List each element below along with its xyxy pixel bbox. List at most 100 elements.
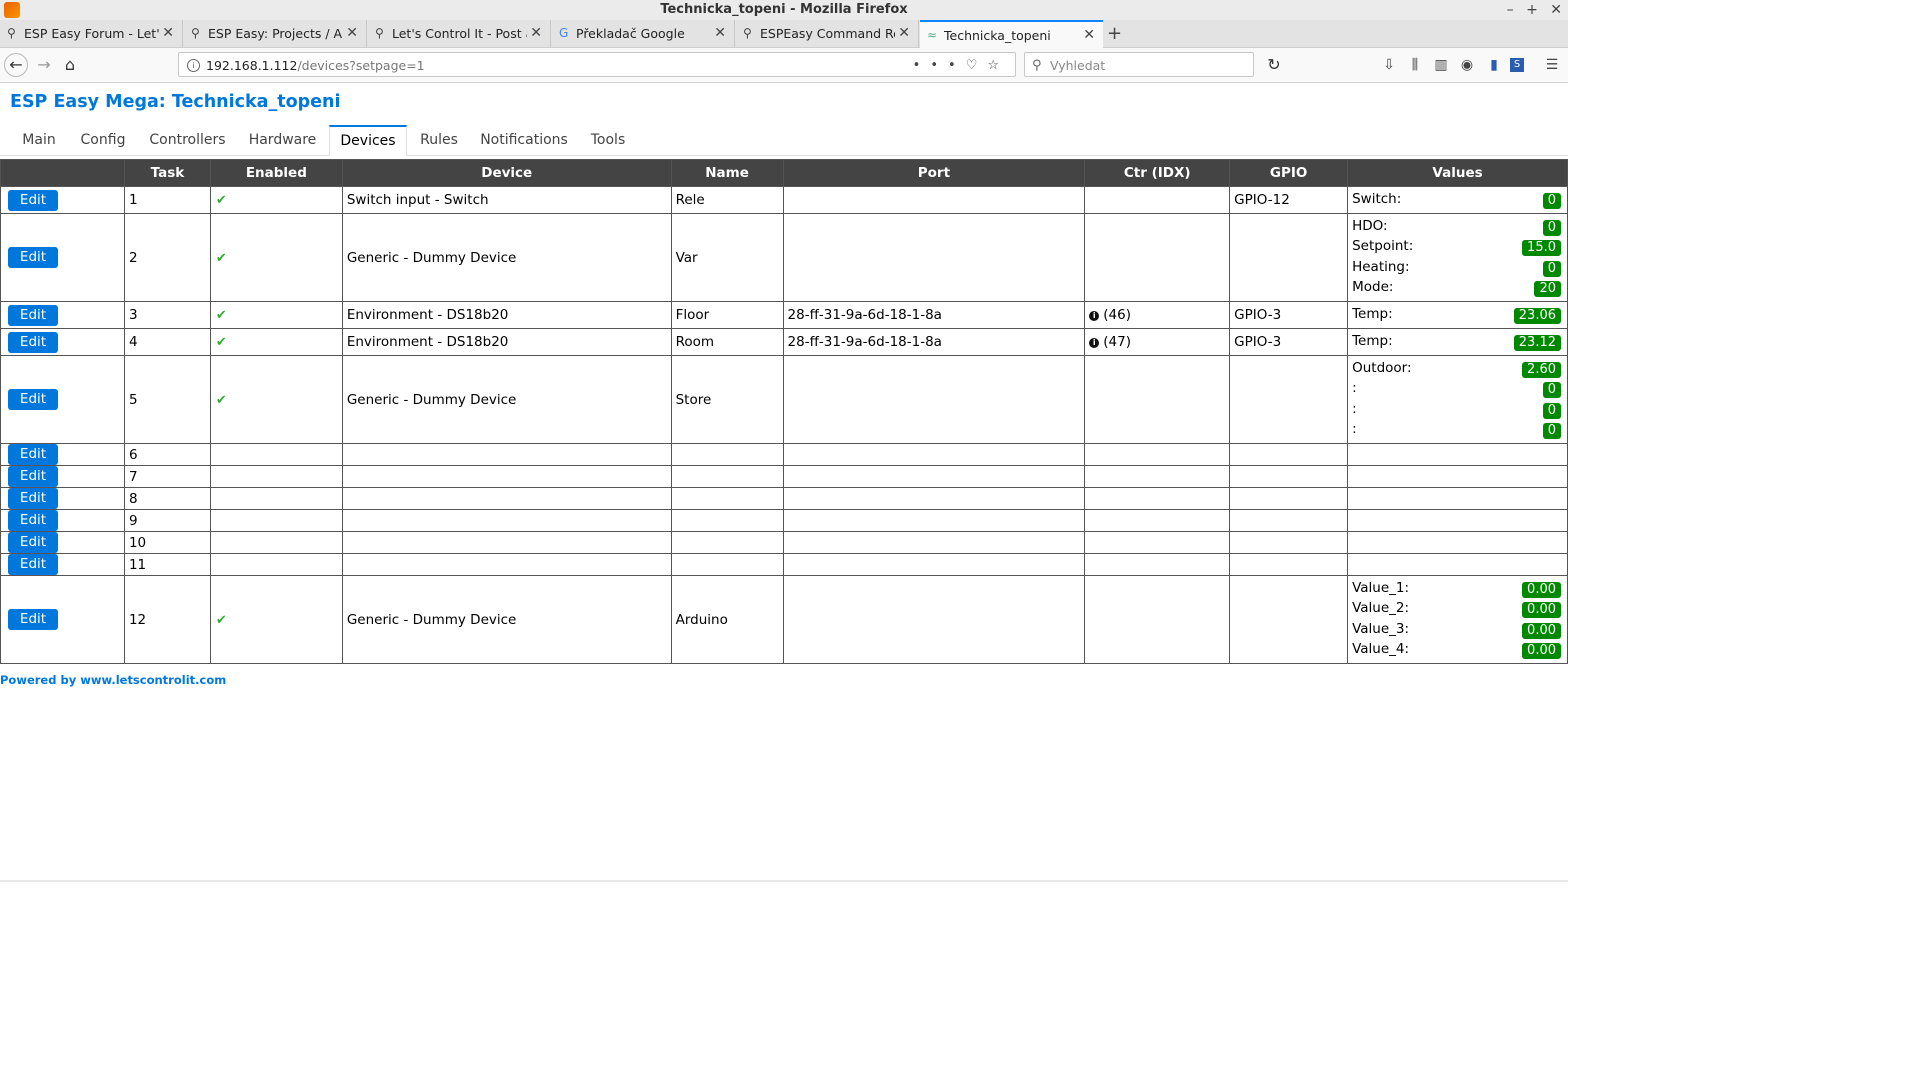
navigation-bar: ← → ⌂ i 192.168.1.112/devices?setpage=1 … <box>0 48 1568 83</box>
value-badge: 0.00 <box>1522 622 1561 639</box>
tab-google-translate[interactable]: G Překladač Google ✕ <box>552 20 735 47</box>
footer-powered-by[interactable]: Powered by www.letscontrolit.com <box>0 673 226 687</box>
name-cell <box>670 509 784 532</box>
bookmark-star-icon[interactable]: ☆ <box>987 58 1009 73</box>
name-cell <box>670 487 784 510</box>
extension-icon[interactable]: ◉ <box>1457 53 1477 77</box>
close-tab-icon[interactable]: ✕ <box>898 20 910 47</box>
edit-button[interactable]: Edit <box>8 189 58 211</box>
device-cell: Environment - DS18b20 <box>341 328 672 356</box>
firefox-logo-icon <box>4 2 20 18</box>
value-row: :0 <box>1352 379 1563 400</box>
port-cell <box>782 186 1086 214</box>
edit-button[interactable]: Edit <box>8 488 58 509</box>
table-row: Edit 12 ✔ Generic - Dummy Device Arduino Valu… <box>0 575 1568 664</box>
task-cell: 11 <box>123 553 211 576</box>
value-row: Value_3: 0.00 <box>1352 620 1563 641</box>
values-cell: Temp: 23.06 <box>1347 301 1568 329</box>
port-cell: 28-ff-31-9a-6d-18-1-8a <box>782 328 1086 356</box>
values-cell: Outdoor: 2.60:0:0:0 <box>1347 355 1568 444</box>
close-tab-icon[interactable]: ✕ <box>714 20 726 47</box>
minimize-button[interactable]: – <box>1507 2 1514 18</box>
edit-button[interactable]: Edit <box>8 304 58 326</box>
task-cell: 10 <box>123 531 211 554</box>
menu-main[interactable]: Main <box>10 125 68 155</box>
close-tab-icon[interactable]: ✕ <box>530 20 542 47</box>
task-cell: 2 <box>123 213 211 302</box>
edit-button[interactable]: Edit <box>8 444 58 465</box>
header-gpio: GPIO <box>1229 159 1349 187</box>
google-translate-icon: G <box>559 26 569 40</box>
menu-notifications[interactable]: Notifications <box>470 125 578 155</box>
extension-s-icon[interactable]: S <box>1510 58 1524 72</box>
library-icon[interactable]: ⫼ <box>1405 53 1425 77</box>
header-values: Values <box>1347 159 1568 187</box>
value-row: Temp: 23.12 <box>1352 332 1563 353</box>
edit-button[interactable]: Edit <box>8 389 58 410</box>
downloads-icon[interactable]: ⇩ <box>1379 53 1399 77</box>
forward-arrow-icon[interactable]: → <box>32 53 56 77</box>
values-cell: HDO: 0 Setpoint: 15.0 Heating: 0 Mode: 20 <box>1347 213 1568 302</box>
edit-button[interactable]: Edit <box>8 532 58 553</box>
edit-button[interactable]: Edit <box>8 247 58 268</box>
value-name: Value_2: <box>1352 600 1410 616</box>
pocket-icon[interactable]: ♡ <box>966 58 988 73</box>
url-bar[interactable]: i 192.168.1.112/devices?setpage=1 •••♡☆ <box>178 52 1016 77</box>
value-row: Value_1: 0.00 <box>1352 579 1563 600</box>
edit-button[interactable]: Edit <box>8 609 58 630</box>
sidebar-icon[interactable]: ▥ <box>1431 53 1451 77</box>
name-cell <box>670 465 784 488</box>
edit-button[interactable]: Edit <box>8 510 58 531</box>
value-name: Temp: <box>1352 332 1393 349</box>
extension-book-icon[interactable]: ▮ <box>1484 53 1504 77</box>
value-badge: 0 <box>1542 423 1561 439</box>
edit-button[interactable]: Edit <box>8 554 58 575</box>
menu-controllers[interactable]: Controllers <box>140 125 235 155</box>
close-window-button[interactable]: ✕ <box>1550 2 1562 18</box>
menu-devices[interactable]: Devices <box>329 125 407 156</box>
tab-esp-easy-forum[interactable]: ⚲ ESP Easy Forum - Let's Control It ✕ <box>0 20 183 47</box>
new-tab-icon[interactable]: + <box>1107 20 1122 47</box>
close-tab-icon[interactable]: ✕ <box>346 20 358 47</box>
controller-info-icon: i <box>1089 311 1100 321</box>
info-icon[interactable]: i <box>187 59 200 72</box>
espeasy-icon: ≈ <box>927 28 938 42</box>
device-cell: Switch input - Switch <box>341 186 672 214</box>
value-badge: 0 <box>1542 402 1561 419</box>
menu-hardware[interactable]: Hardware <box>240 125 325 155</box>
tab-esp-easy-projects[interactable]: ⚲ ESP Easy: Projects / Applications ✕ <box>184 20 367 47</box>
edit-cell: Edit <box>0 531 125 554</box>
edit-button[interactable]: Edit <box>8 466 58 487</box>
ctr-idx-cell <box>1084 355 1231 444</box>
menu-rules[interactable]: Rules <box>412 125 466 155</box>
port-cell <box>782 213 1086 302</box>
values-cell <box>1347 487 1568 510</box>
menu-hamburger-icon[interactable]: ☰ <box>1542 53 1562 77</box>
menu-tools[interactable]: Tools <box>583 125 633 155</box>
reload-icon[interactable]: ↻ <box>1262 53 1286 77</box>
page-actions-icon[interactable]: ••• <box>913 58 966 73</box>
menu-config[interactable]: Config <box>73 125 133 155</box>
edit-cell: Edit <box>0 301 125 329</box>
maximize-button[interactable]: + <box>1526 2 1538 18</box>
device-cell: Generic - Dummy Device <box>341 213 672 302</box>
close-tab-icon[interactable]: ✕ <box>162 20 174 47</box>
tab-technicka-topeni[interactable]: ≈ Technicka_topeni ✕ <box>920 20 1103 48</box>
enabled-cell <box>209 465 343 488</box>
tab-post-reply[interactable]: ⚲ Let's Control It - Post a reply ✕ <box>368 20 551 47</box>
close-tab-icon[interactable]: ✕ <box>1083 22 1095 48</box>
tab-espeasy-command-ref[interactable]: ⚲ ESPEasy Command Reference ✕ <box>736 20 919 47</box>
enabled-cell: ✔ <box>209 213 343 302</box>
value-badge: 0.00 <box>1522 602 1561 618</box>
search-input[interactable]: ⚲ Vyhledat <box>1024 52 1254 77</box>
values-list: Switch: 0 <box>1352 190 1563 211</box>
home-icon[interactable]: ⌂ <box>58 53 82 77</box>
enabled-cell <box>209 509 343 532</box>
value-badge: 2.60 <box>1522 361 1561 378</box>
edit-button[interactable]: Edit <box>8 331 58 353</box>
value-name: : <box>1352 380 1357 396</box>
status-bar <box>0 880 1568 882</box>
back-arrow-icon[interactable]: ← <box>4 53 28 77</box>
port-cell <box>782 531 1086 554</box>
values-cell <box>1347 531 1568 554</box>
